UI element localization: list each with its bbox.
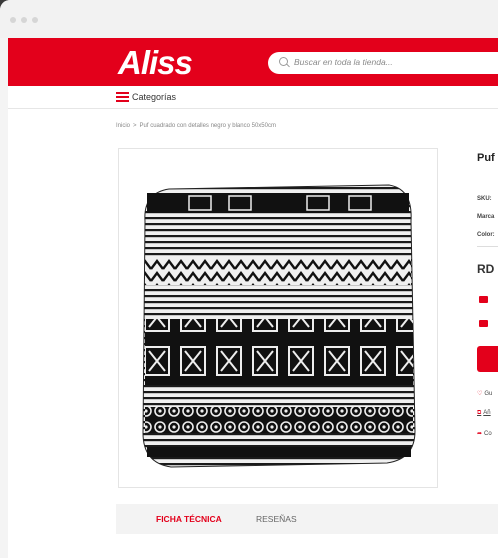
product-image-frame[interactable] <box>118 148 438 488</box>
product-image-pouf <box>142 184 416 468</box>
heart-icon: ♡ <box>477 391 483 397</box>
window-minimize-dot[interactable] <box>21 17 27 23</box>
browser-chrome <box>0 0 498 38</box>
product-info-panel: Puf bla SKU: Marca Color: RD ♡Gu ⧉Añ ➦Co <box>453 148 498 448</box>
divider <box>477 246 498 247</box>
tab-ficha-tecnica[interactable]: FICHA TÉCNICA <box>156 514 222 524</box>
breadcrumb-home-link[interactable]: Inicio <box>116 123 130 129</box>
search-icon <box>279 57 288 66</box>
product-tabs: FICHA TÉCNICA RESEÑAS <box>116 504 498 534</box>
aliss-logo[interactable]: Aliss <box>118 43 193 83</box>
add-to-cart-button[interactable] <box>477 346 498 372</box>
hamburger-menu-icon[interactable] <box>116 92 129 102</box>
search-input[interactable]: Buscar en toda la tienda... <box>268 52 498 74</box>
browser-window: Aliss Buscar en toda la tienda... Catego… <box>0 0 498 558</box>
compare-icon: ⧉ <box>477 410 482 416</box>
category-bar: Categorías <box>8 86 498 109</box>
search-placeholder: Buscar en toda la tienda... <box>294 57 393 67</box>
brand-label: Marca <box>477 214 495 220</box>
product-price: RD <box>477 262 495 276</box>
sku-label: SKU: <box>477 196 492 202</box>
categories-menu-button[interactable]: Categorías <box>132 92 176 102</box>
product-title: Puf bla <box>477 152 498 164</box>
delivery-truck-icon <box>479 320 488 327</box>
share-icon: ➦ <box>477 431 483 437</box>
wishlist-link[interactable]: ♡ Gu <box>477 390 492 397</box>
color-label: Color: <box>477 232 495 238</box>
site-header: Aliss Buscar en toda la tienda... <box>8 38 498 86</box>
store-pickup-icon <box>479 296 488 303</box>
breadcrumb: Inicio > Puf cuadrado con detalles negro y… <box>116 123 276 129</box>
store-page: Aliss Buscar en toda la tienda... Catego… <box>8 38 498 558</box>
window-close-dot[interactable] <box>10 17 16 23</box>
window-maximize-dot[interactable] <box>32 17 38 23</box>
tab-resenas[interactable]: RESEÑAS <box>256 514 297 524</box>
breadcrumb-current: Puf cuadrado con detalles negro y blanco… <box>139 123 276 129</box>
compare-link[interactable]: ⧉ Añ <box>477 410 491 417</box>
share-link[interactable]: ➦ Co <box>477 430 492 437</box>
